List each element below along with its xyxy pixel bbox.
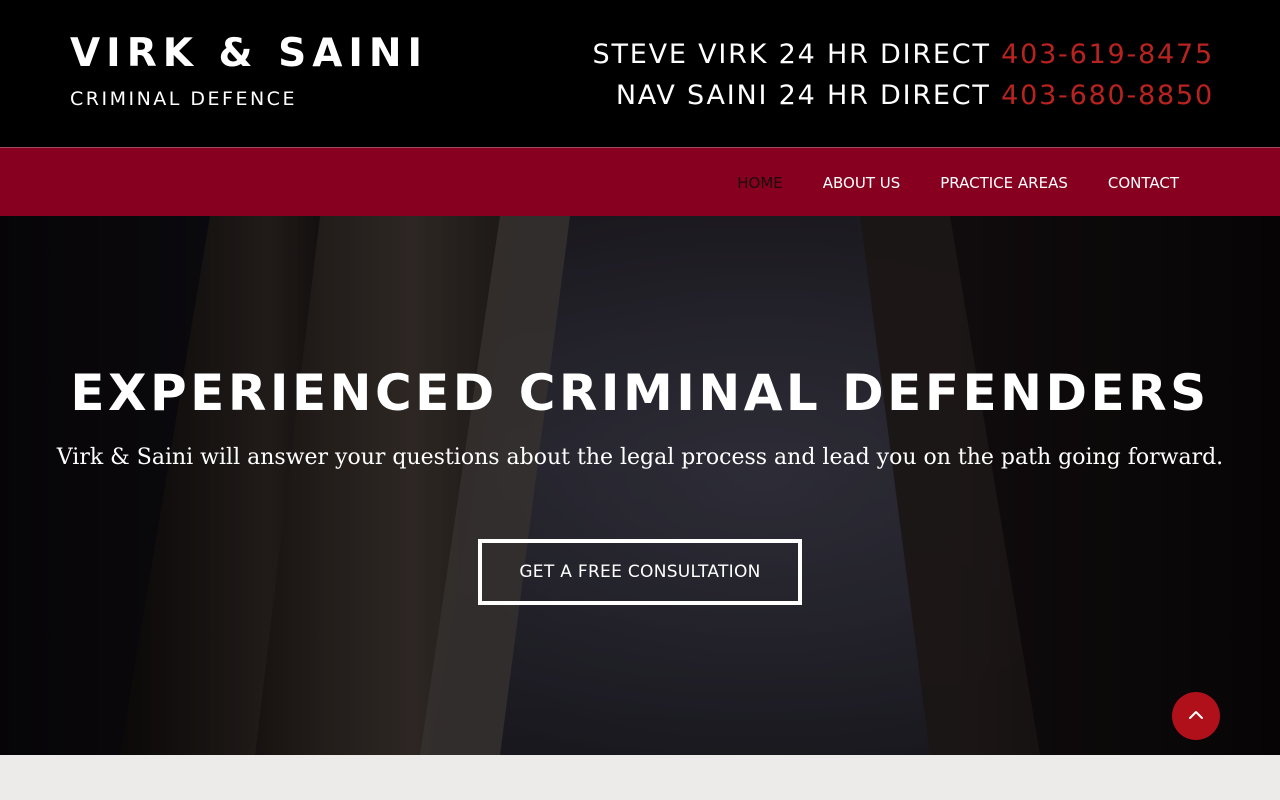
nav-item-practice-areas[interactable]: PRACTICE AREAS [940,174,1068,192]
brand-name: VIRK & SAINI [70,31,429,76]
hero-background-image [0,216,1280,755]
contact-label: NAV SAINI 24 HR DIRECT [615,80,991,111]
scroll-to-top-button[interactable] [1172,692,1220,740]
nav-menu: HOME ABOUT US PRACTICE AREAS CONTACT [697,148,1179,217]
main-navigation: HOME ABOUT US PRACTICE AREAS CONTACT [0,147,1280,216]
phone-link[interactable]: 403-680-8850 [1001,80,1214,111]
phone-link[interactable]: 403-619-8475 [1001,39,1214,70]
contact-line-nav: NAV SAINI 24 HR DIRECT 403-680-8850 [593,75,1214,116]
nav-item-contact[interactable]: CONTACT [1108,174,1179,192]
next-section-background [0,755,1280,800]
site-header: VIRK & SAINI CRIMINAL DEFENCE STEVE VIRK… [0,0,1280,147]
brand-tagline: CRIMINAL DEFENCE [70,88,297,110]
contact-line-steve: STEVE VIRK 24 HR DIRECT 403-619-8475 [593,34,1214,75]
hero-subtitle: Virk & Saini will answer your questions … [56,445,1224,470]
hero-section: EXPERIENCED CRIMINAL DEFENDERS Virk & Sa… [0,216,1280,755]
nav-item-home[interactable]: HOME [737,174,783,192]
brand-logo[interactable]: VIRK & SAINI CRIMINAL DEFENCE [70,30,428,112]
contact-label: STEVE VIRK 24 HR DIRECT [592,39,991,70]
nav-item-about-us[interactable]: ABOUT US [823,174,901,192]
hero-title: EXPERIENCED CRIMINAL DEFENDERS [70,364,1210,422]
contact-block: STEVE VIRK 24 HR DIRECT 403-619-8475 NAV… [593,34,1214,116]
chevron-up-icon [1188,707,1204,725]
free-consultation-button[interactable]: GET A FREE CONSULTATION [478,539,802,605]
